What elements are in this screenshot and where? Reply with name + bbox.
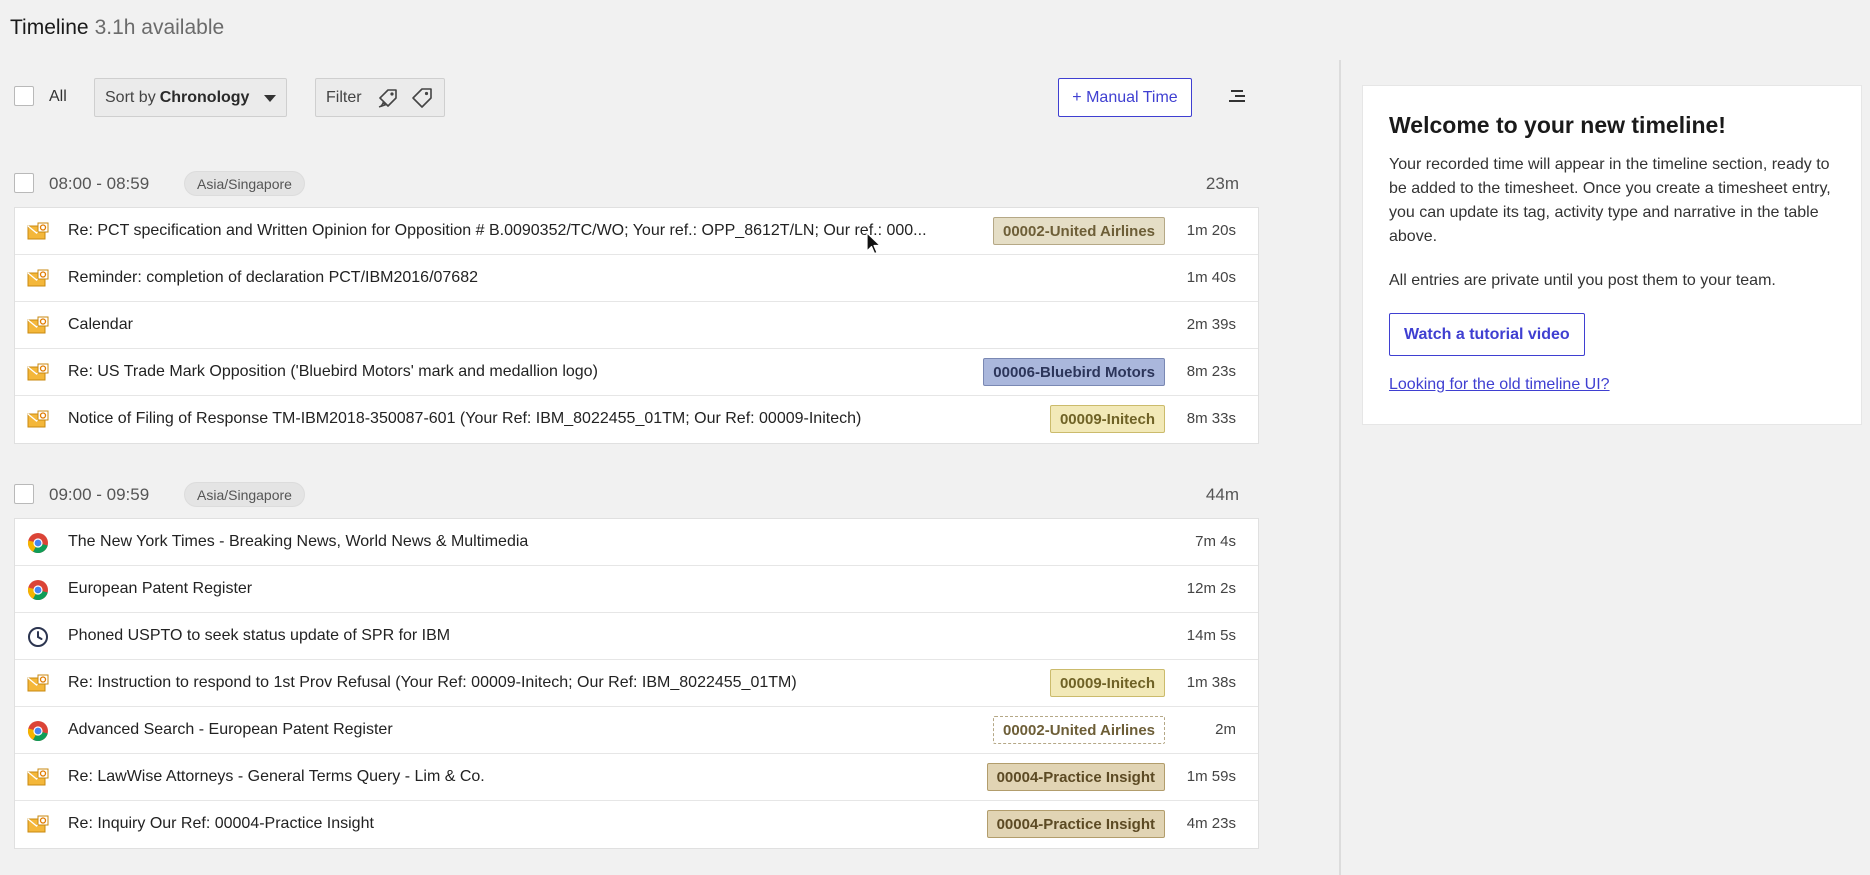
entry-duration: 2m 39s	[1186, 316, 1236, 333]
entry-title: The New York Times - Breaking News, Worl…	[68, 533, 529, 550]
group-total: 44m	[1205, 485, 1239, 504]
sort-value: Chronology	[159, 89, 250, 106]
entry-title: Re: LawWise Attorneys - General Terms Qu…	[68, 768, 485, 785]
entry-list: The New York Times - Breaking News, Worl…	[14, 518, 1259, 849]
entry-duration: 2m	[1215, 721, 1236, 738]
toolbar: All Sort by Chronology Filter + Manual Ti…	[14, 78, 1259, 118]
list-item[interactable]: Re: LawWise Attorneys - General Terms Qu…	[15, 754, 1258, 801]
outlook-icon	[27, 316, 49, 334]
entry-title: Advanced Search - European Patent Regist…	[68, 721, 393, 738]
group-time-range: 08:00 - 08:59	[49, 174, 150, 193]
entry-title: Phoned USPTO to seek status update of SP…	[68, 627, 451, 644]
matter-tag[interactable]: 00006-Bluebird Motors	[983, 358, 1165, 386]
matter-tag[interactable]: 00002-United Airlines	[993, 217, 1165, 245]
entry-duration: 1m 20s	[1186, 222, 1236, 239]
entry-duration: 1m 40s	[1186, 269, 1236, 286]
timezone-badge: Asia/Singapore	[184, 482, 305, 507]
mouse-cursor-icon	[866, 232, 881, 255]
matter-tag-suggested[interactable]: 00002-United Airlines	[993, 716, 1165, 744]
page-title: Timeline 3.1h available	[10, 16, 224, 40]
list-item[interactable]: European Patent Register 12m 2s	[15, 566, 1258, 613]
list-item[interactable]: Reminder: completion of declaration PCT/…	[15, 255, 1258, 302]
sort-dropdown[interactable]: Sort by Chronology	[94, 78, 287, 117]
tag-brush-icon	[378, 89, 397, 108]
select-all-label: All	[49, 88, 67, 105]
outlook-icon	[27, 363, 49, 381]
entry-title: Re: US Trade Mark Opposition ('Bluebird …	[68, 363, 598, 380]
sort-prefix: Sort by	[105, 89, 156, 106]
list-item[interactable]: Phoned USPTO to seek status update of SP…	[15, 613, 1258, 660]
filter-label: Filter	[326, 89, 362, 106]
select-all-checkbox[interactable]	[14, 86, 34, 106]
page-title-text: Timeline	[10, 16, 89, 39]
group-header: 09:00 - 09:59 Asia/Singapore 44m	[14, 472, 1259, 518]
welcome-panel: Welcome to your new timeline! Your recor…	[1362, 85, 1862, 425]
outlook-icon	[27, 674, 49, 692]
matter-tag[interactable]: 00004-Practice Insight	[986, 810, 1165, 838]
entry-duration: 7m 4s	[1195, 533, 1236, 550]
entry-title: Notice of Filing of Response TM-IBM2018-…	[68, 410, 862, 427]
old-timeline-link[interactable]: Looking for the old timeline UI?	[1389, 376, 1835, 394]
group-time-range: 09:00 - 09:59	[49, 485, 150, 504]
timezone-badge: Asia/Singapore	[184, 171, 305, 196]
entry-list: Re: PCT specification and Written Opinio…	[14, 207, 1259, 444]
group-header: 08:00 - 08:59 Asia/Singapore 23m	[14, 161, 1259, 207]
entry-duration: 1m 38s	[1186, 674, 1236, 691]
caret-down-icon	[264, 95, 276, 102]
list-item[interactable]: Advanced Search - European Patent Regist…	[15, 707, 1258, 754]
group-checkbox[interactable]	[14, 484, 34, 504]
available-hours: 3.1h available	[94, 16, 225, 39]
outlook-icon	[27, 410, 49, 428]
entry-title: Re: Inquiry Our Ref: 00004-Practice Insi…	[68, 815, 374, 832]
entry-title: Re: Instruction to respond to 1st Prov R…	[68, 674, 797, 691]
hour-group-0900: 09:00 - 09:59 Asia/Singapore 44m The New…	[14, 472, 1259, 849]
list-item[interactable]: Calendar 2m 39s	[15, 302, 1258, 349]
outlook-icon	[27, 222, 49, 240]
list-menu-icon[interactable]	[1227, 88, 1247, 106]
matter-tag[interactable]: 00009-Initech	[1049, 669, 1165, 697]
entry-title: Calendar	[68, 316, 133, 333]
group-checkbox[interactable]	[14, 173, 34, 193]
group-total: 23m	[1205, 174, 1239, 193]
outlook-icon	[27, 269, 49, 287]
matter-tag[interactable]: 00004-Practice Insight	[986, 763, 1165, 791]
hour-group-0800: 08:00 - 08:59 Asia/Singapore 23m Re: PCT…	[14, 161, 1259, 444]
outlook-icon	[27, 815, 49, 833]
list-item[interactable]: Re: Inquiry Our Ref: 00004-Practice Insi…	[15, 801, 1258, 848]
manual-time-button[interactable]: + Manual Time	[1058, 78, 1192, 117]
list-item[interactable]: Re: Instruction to respond to 1st Prov R…	[15, 660, 1258, 707]
entry-title: European Patent Register	[68, 580, 253, 597]
entry-title: Reminder: completion of declaration PCT/…	[68, 269, 478, 286]
matter-tag[interactable]: 00009-Initech	[1049, 405, 1165, 433]
outlook-icon	[27, 768, 49, 786]
tag-icon	[412, 88, 432, 108]
panel-divider	[1339, 60, 1341, 875]
entry-duration: 14m 5s	[1186, 627, 1236, 644]
list-item[interactable]: Notice of Filing of Response TM-IBM2018-…	[15, 396, 1258, 443]
chrome-icon	[27, 721, 48, 742]
list-item[interactable]: Re: PCT specification and Written Opinio…	[15, 208, 1258, 255]
entry-duration: 12m 2s	[1186, 580, 1236, 597]
chrome-icon	[27, 533, 48, 554]
entry-duration: 8m 23s	[1186, 363, 1236, 380]
welcome-heading: Welcome to your new timeline!	[1389, 112, 1726, 138]
entry-duration: 8m 33s	[1186, 410, 1236, 427]
tutorial-video-button[interactable]: Watch a tutorial video	[1389, 313, 1585, 356]
entry-duration: 4m 23s	[1186, 815, 1236, 832]
list-item[interactable]: The New York Times - Breaking News, Worl…	[15, 519, 1258, 566]
clock-icon	[28, 627, 48, 647]
list-item[interactable]: Re: US Trade Mark Opposition ('Bluebird …	[15, 349, 1258, 396]
filter-button[interactable]: Filter	[315, 78, 445, 117]
welcome-privacy-note: All entries are private until you post t…	[1389, 272, 1776, 289]
welcome-body: Your recorded time will appear in the ti…	[1389, 156, 1831, 245]
entry-duration: 1m 59s	[1186, 768, 1236, 785]
entry-title: Re: PCT specification and Written Opinio…	[68, 222, 927, 239]
chrome-icon	[27, 580, 48, 601]
